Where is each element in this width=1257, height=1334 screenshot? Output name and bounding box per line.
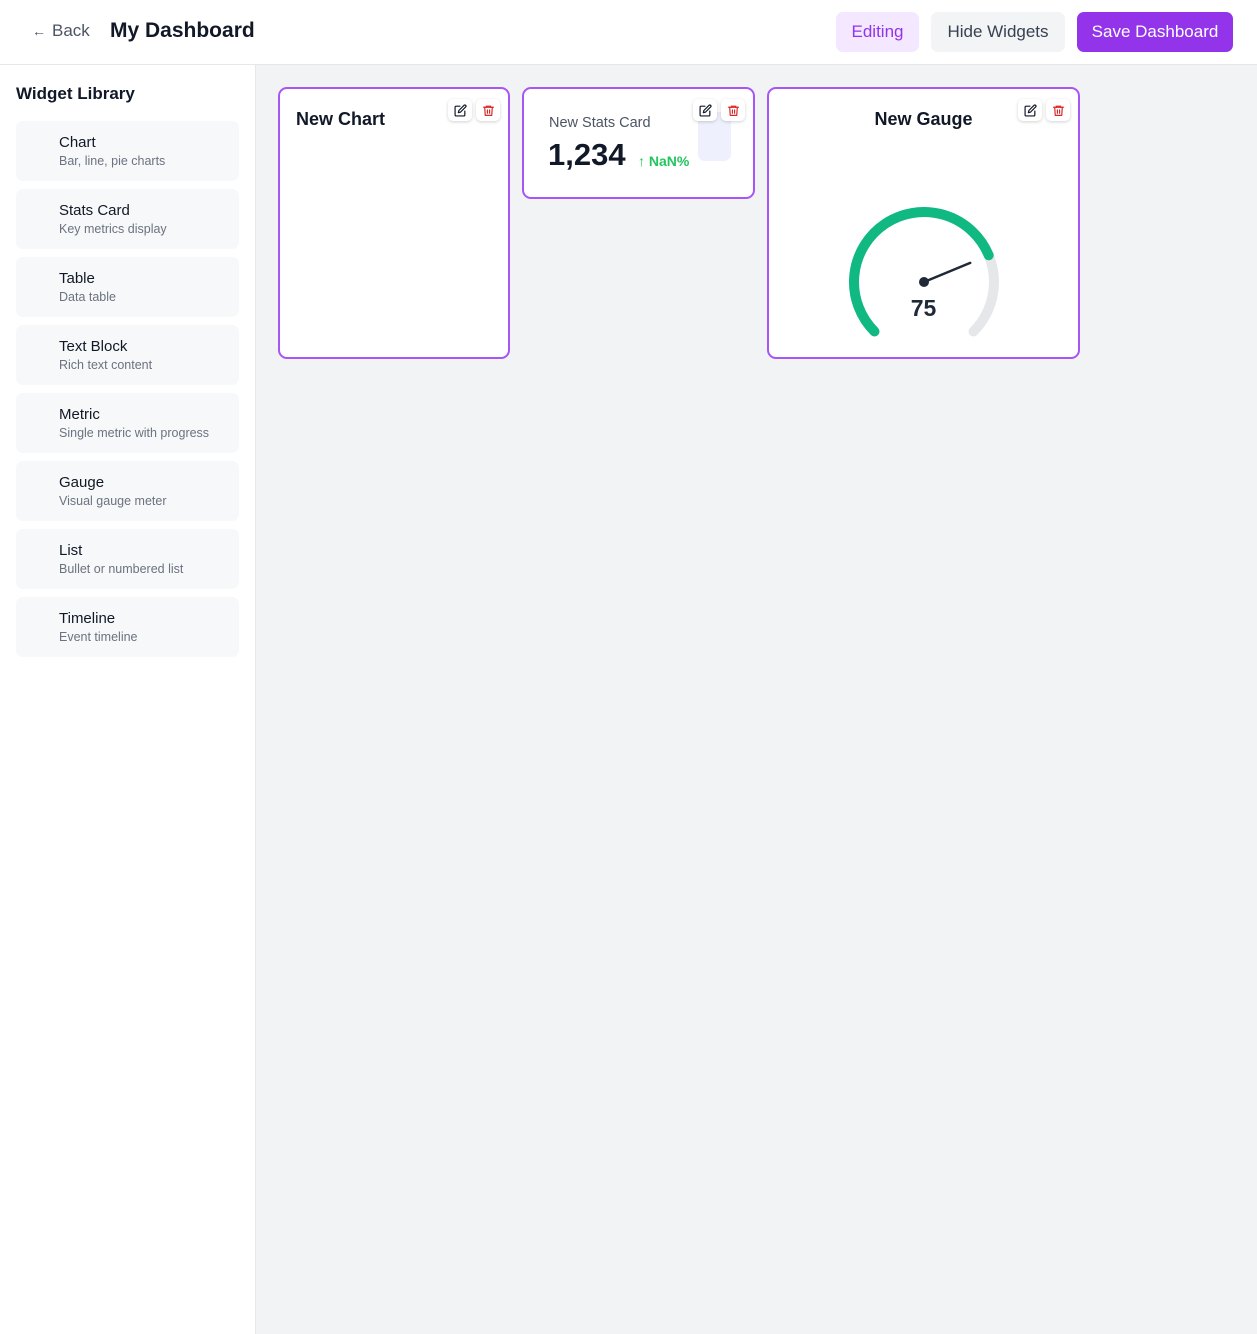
library-item-metric[interactable]: Metric Single metric with progress	[16, 393, 239, 453]
back-label: Back	[52, 21, 90, 40]
pencil-square-icon	[453, 103, 467, 117]
library-item-desc: Bullet or numbered list	[59, 562, 184, 576]
widget-library-title: Widget Library	[16, 84, 135, 103]
library-item-name: List	[59, 542, 83, 559]
gauge-hub	[919, 277, 929, 287]
stats-widget-toolbar	[693, 99, 745, 121]
library-item-desc: Visual gauge meter	[59, 494, 167, 508]
top-header: ← Back My Dashboard Editing Hide Widgets…	[0, 0, 1257, 65]
gauge-needle	[922, 261, 972, 284]
edit-widget-button[interactable]	[1018, 99, 1042, 121]
widget-library-sidebar: Widget Library Chart Bar, line, pie char…	[0, 65, 256, 1334]
library-item-gauge[interactable]: Gauge Visual gauge meter	[16, 461, 239, 521]
library-item-name: Gauge	[59, 474, 105, 491]
library-item-timeline[interactable]: Timeline Event timeline	[16, 597, 239, 657]
delete-widget-button[interactable]	[476, 99, 500, 121]
library-item-table[interactable]: Table Data table	[16, 257, 239, 317]
delete-widget-button[interactable]	[1046, 99, 1070, 121]
trash-icon	[727, 105, 739, 116]
gauge-value: 75	[910, 295, 937, 321]
stats-card-widget[interactable]: New Stats Card 1,234 ↑ NaN%	[522, 87, 755, 199]
back-arrow-icon: ←	[32, 23, 46, 39]
library-item-text-block[interactable]: Text Block Rich text content	[16, 325, 239, 385]
pencil-square-icon	[1023, 103, 1037, 117]
library-item-stats-card[interactable]: Stats Card Key metrics display	[16, 189, 239, 249]
library-item-desc: Single metric with progress	[59, 426, 210, 440]
edit-widget-button[interactable]	[448, 99, 472, 121]
editing-toggle-button[interactable]: Editing	[836, 12, 919, 52]
gauge-widget[interactable]: New Gauge 75	[767, 87, 1080, 359]
library-item-desc: Key metrics display	[59, 222, 167, 236]
library-item-desc: Bar, line, pie charts	[59, 154, 166, 168]
library-item-list[interactable]: List Bullet or numbered list	[16, 529, 239, 589]
trash-icon	[1052, 105, 1064, 116]
pencil-square-icon	[698, 103, 712, 117]
library-item-name: Text Block	[59, 338, 128, 355]
trash-icon	[482, 105, 494, 116]
stats-card-value: 1,234	[548, 137, 626, 172]
library-item-desc: Event timeline	[59, 630, 138, 644]
library-item-name: Metric	[59, 406, 100, 423]
library-item-name: Timeline	[59, 610, 116, 627]
gauge-widget-toolbar	[1018, 99, 1070, 121]
chart-widget-toolbar	[448, 99, 500, 121]
library-item-desc: Rich text content	[59, 358, 153, 372]
library-item-chart[interactable]: Chart Bar, line, pie charts	[16, 121, 239, 181]
library-item-desc: Data table	[59, 290, 116, 304]
library-item-name: Table	[59, 270, 95, 287]
back-button[interactable]: ← Back	[32, 21, 90, 41]
chart-widget-title: New Chart	[296, 109, 386, 129]
widget-library-list: Chart Bar, line, pie charts Stats Card K…	[16, 121, 239, 665]
library-item-name: Stats Card	[59, 202, 130, 219]
stats-card-label: New Stats Card	[549, 115, 651, 131]
chart-widget[interactable]: New Chart	[278, 87, 510, 359]
hide-widgets-button[interactable]: Hide Widgets	[931, 12, 1065, 52]
edit-widget-button[interactable]	[693, 99, 717, 121]
save-dashboard-button[interactable]: Save Dashboard	[1077, 12, 1233, 52]
page-title: My Dashboard	[110, 19, 255, 42]
delete-widget-button[interactable]	[721, 99, 745, 121]
stats-card-change: ↑ NaN%	[638, 153, 690, 169]
library-item-name: Chart	[59, 134, 96, 151]
